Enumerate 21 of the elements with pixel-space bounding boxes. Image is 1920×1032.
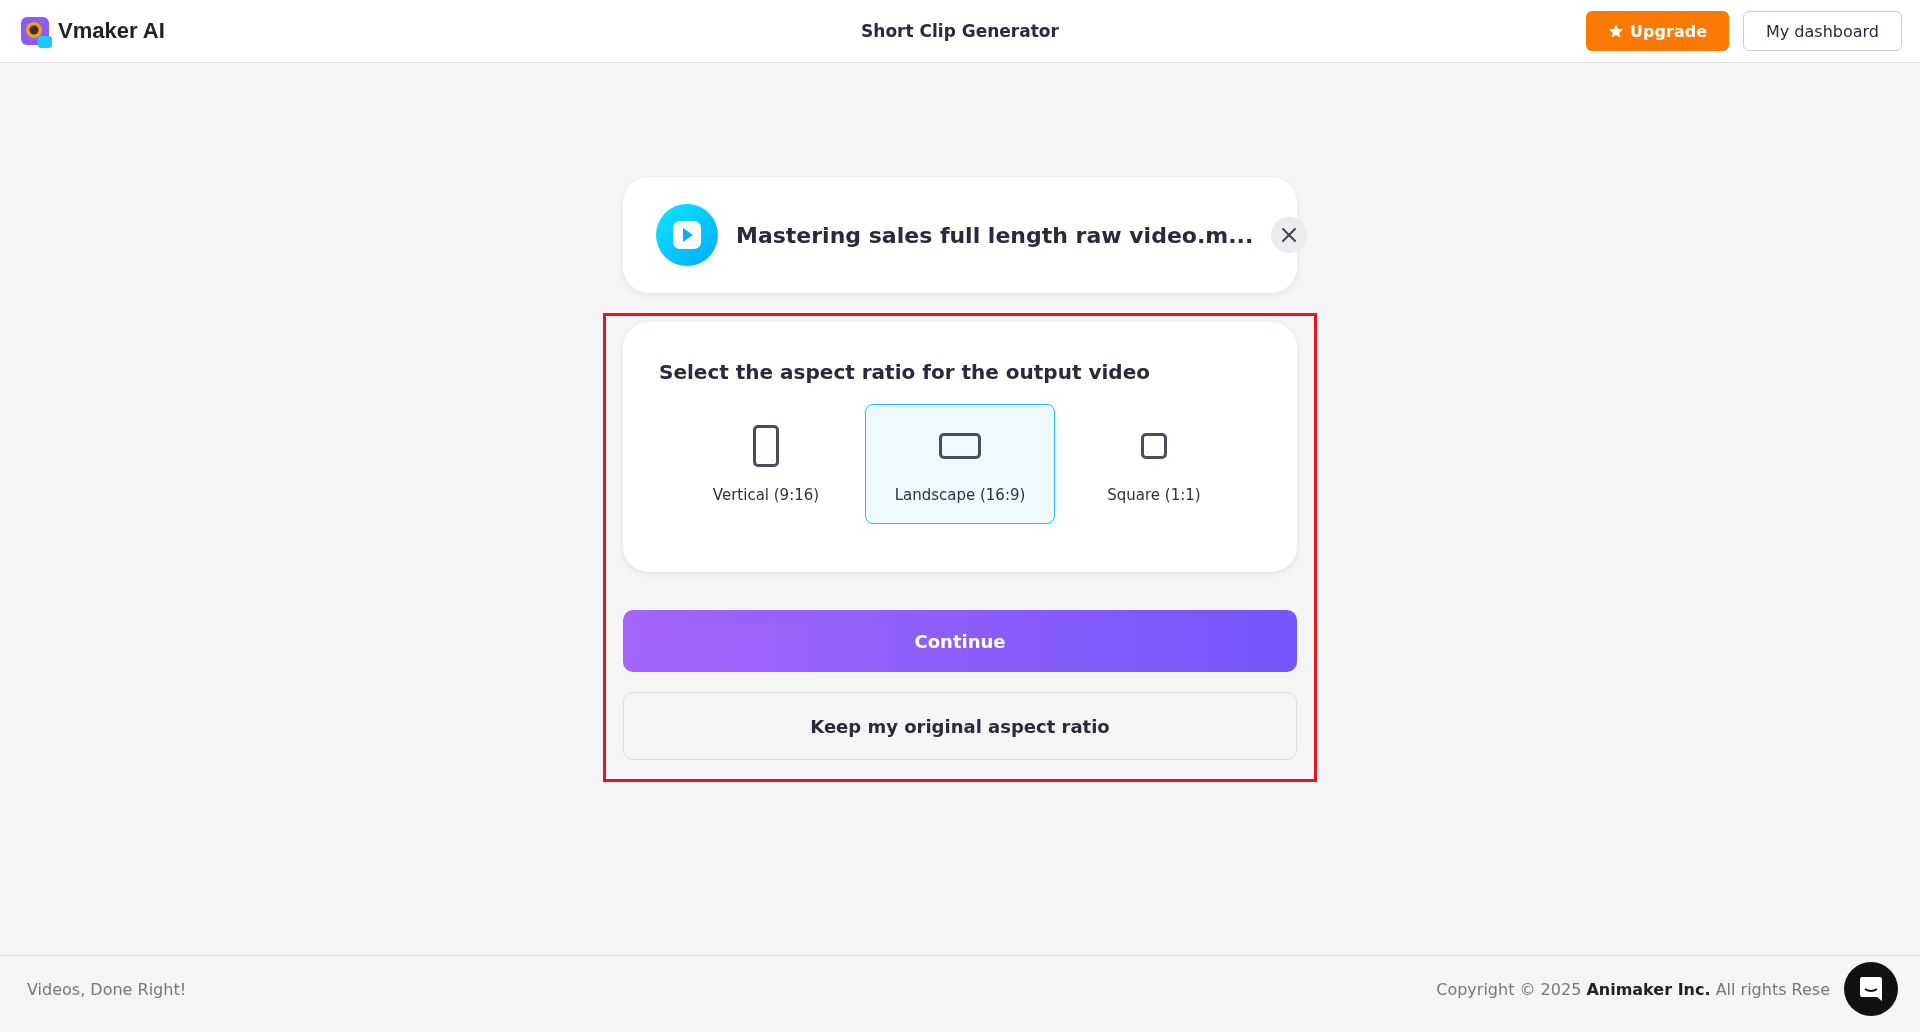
aspect-option[interactable]: Square (1:1) <box>1059 404 1249 524</box>
copyright-text: Copyright © 2025 Animaker Inc. All rights Rese <box>1436 979 1830 999</box>
close-icon <box>1280 226 1299 244</box>
aspect-option[interactable]: Vertical (9:16) <box>671 404 861 524</box>
tagline: Videos, Done Right! <box>27 979 187 999</box>
continue-button[interactable]: Continue <box>623 610 1297 672</box>
aspect-shape-icon <box>753 425 779 467</box>
file-name: Mastering sales full length raw video.m... <box>736 222 1254 248</box>
aspect-heading: Select the aspect ratio for the output video <box>659 360 1151 384</box>
dashboard-button[interactable]: My dashboard <box>1743 11 1902 51</box>
aspect-option[interactable]: Landscape (16:9) <box>865 404 1055 524</box>
close-button[interactable] <box>1271 217 1308 253</box>
chat-button[interactable] <box>1844 962 1898 1016</box>
play-icon <box>656 204 718 266</box>
page-title: Short Clip Generator <box>861 21 1059 41</box>
chat-icon <box>1858 975 1884 1003</box>
aspect-shape-icon <box>1141 433 1167 459</box>
aspect-shape-icon <box>939 433 981 459</box>
brand-name: Vmaker AI <box>58 18 165 44</box>
star-icon <box>1608 23 1625 39</box>
keep-original-button[interactable]: Keep my original aspect ratio <box>623 692 1297 760</box>
